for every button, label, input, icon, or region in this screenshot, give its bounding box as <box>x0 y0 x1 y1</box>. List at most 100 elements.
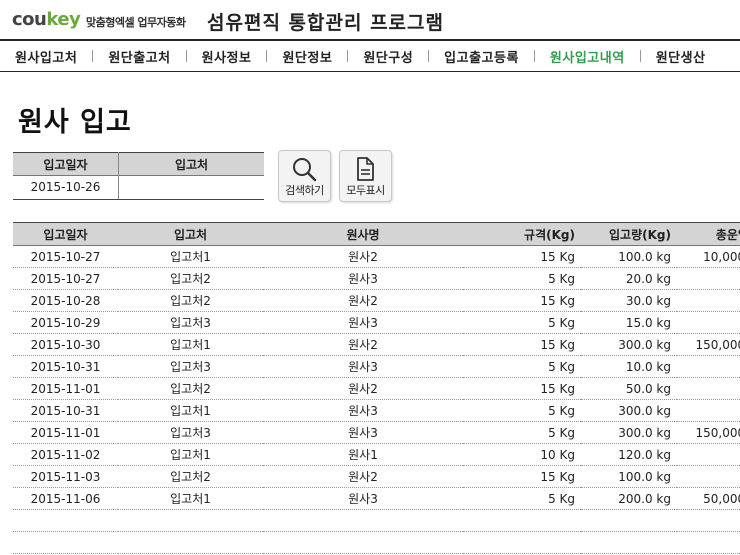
cell-qty[interactable]: 30.0 kg <box>581 289 677 312</box>
cell-spec[interactable]: 5 Kg <box>463 355 581 378</box>
cell-source[interactable]: 입고처1 <box>118 245 263 268</box>
search-button[interactable]: 검색하기 <box>278 150 331 202</box>
cell-spec[interactable]: 5 Kg <box>463 487 581 510</box>
cell-date[interactable]: 2015-10-28 <box>13 289 118 312</box>
cell-spec[interactable]: 15 Kg <box>463 245 581 268</box>
nav-item-1[interactable]: 원사입고처 <box>0 47 92 66</box>
col-header-yarn[interactable]: 원사명 <box>263 222 463 246</box>
cell-spec[interactable]: 5 Kg <box>463 399 581 422</box>
cell-freight[interactable] <box>677 377 740 400</box>
cell-date[interactable]: 2015-11-06 <box>13 487 118 510</box>
cell-source[interactable]: 입고처3 <box>118 311 263 334</box>
filter-source-input[interactable] <box>120 178 266 198</box>
cell-source[interactable]: 입고처2 <box>118 465 263 488</box>
table-row[interactable]: 2015-10-27 입고처2 원사3 5 Kg 20.0 kg <box>13 267 740 290</box>
cell-date[interactable]: 2015-10-27 <box>13 245 118 268</box>
cell-date[interactable]: 2015-10-29 <box>13 311 118 334</box>
cell-date[interactable]: 2015-11-01 <box>13 421 118 444</box>
cell-spec[interactable]: 5 Kg <box>463 267 581 290</box>
cell-source[interactable] <box>118 531 263 554</box>
cell-freight[interactable] <box>677 465 740 488</box>
col-header-source[interactable]: 입고처 <box>118 222 263 246</box>
cell-yarn[interactable]: 원사3 <box>263 487 463 510</box>
col-header-date[interactable]: 입고일자 <box>13 222 118 246</box>
cell-source[interactable]: 입고처2 <box>118 289 263 312</box>
cell-source[interactable]: 입고처1 <box>118 443 263 466</box>
cell-qty[interactable]: 300.0 kg <box>581 399 677 422</box>
cell-freight[interactable]: 150,000 원 <box>677 333 740 356</box>
cell-yarn[interactable] <box>263 531 463 554</box>
table-row[interactable]: 2015-10-31 입고처1 원사3 5 Kg 300.0 kg <box>13 399 740 422</box>
nav-item-2[interactable]: 원단출고처 <box>93 47 185 66</box>
cell-freight[interactable] <box>677 311 740 334</box>
cell-qty[interactable]: 20.0 kg <box>581 267 677 290</box>
cell-yarn[interactable]: 원사2 <box>263 245 463 268</box>
cell-freight[interactable]: 150,000 원 <box>677 421 740 444</box>
cell-spec[interactable]: 15 Kg <box>463 289 581 312</box>
cell-source[interactable]: 입고처2 <box>118 377 263 400</box>
col-header-qty[interactable]: 입고량(Kg) <box>581 222 677 246</box>
cell-qty[interactable]: 10.0 kg <box>581 355 677 378</box>
table-row[interactable]: 2015-10-28 입고처2 원사2 15 Kg 30.0 kg <box>13 289 740 312</box>
cell-spec[interactable]: 5 Kg <box>463 421 581 444</box>
nav-item-7[interactable]: 원사입고내역 <box>535 47 640 66</box>
nav-item-5[interactable]: 원단구성 <box>348 47 428 66</box>
cell-source[interactable] <box>118 509 263 532</box>
cell-source[interactable]: 입고처1 <box>118 399 263 422</box>
nav-item-4[interactable]: 원단정보 <box>267 47 347 66</box>
cell-yarn[interactable]: 원사3 <box>263 421 463 444</box>
nav-item-6[interactable]: 입고출고등록 <box>429 47 534 66</box>
cell-date[interactable]: 2015-10-31 <box>13 355 118 378</box>
cell-yarn[interactable]: 원사3 <box>263 267 463 290</box>
col-header-freight[interactable]: 총운임비 <box>677 222 740 246</box>
cell-source[interactable]: 입고처1 <box>118 487 263 510</box>
cell-spec[interactable]: 15 Kg <box>463 333 581 356</box>
cell-qty[interactable] <box>581 509 677 532</box>
cell-yarn[interactable]: 원사2 <box>263 289 463 312</box>
cell-yarn[interactable]: 원사2 <box>263 465 463 488</box>
cell-date[interactable]: 2015-10-31 <box>13 399 118 422</box>
cell-source[interactable]: 입고처3 <box>118 355 263 378</box>
cell-source[interactable]: 입고처3 <box>118 421 263 444</box>
cell-date[interactable]: 2015-11-02 <box>13 443 118 466</box>
cell-spec[interactable]: 15 Kg <box>463 377 581 400</box>
table-row[interactable] <box>13 531 740 554</box>
cell-yarn[interactable]: 원사2 <box>263 377 463 400</box>
cell-date[interactable]: 2015-11-03 <box>13 465 118 488</box>
cell-yarn[interactable]: 원사3 <box>263 355 463 378</box>
cell-freight[interactable]: 10,000 원 <box>677 245 740 268</box>
cell-source[interactable]: 입고처2 <box>118 267 263 290</box>
table-row[interactable]: 2015-10-31 입고처3 원사3 5 Kg 10.0 kg <box>13 355 740 378</box>
cell-yarn[interactable]: 원사3 <box>263 311 463 334</box>
cell-yarn[interactable] <box>263 509 463 532</box>
cell-qty[interactable]: 300.0 kg <box>581 421 677 444</box>
cell-date[interactable] <box>13 531 118 554</box>
cell-date[interactable]: 2015-11-01 <box>13 377 118 400</box>
cell-date[interactable]: 2015-10-30 <box>13 333 118 356</box>
cell-date[interactable] <box>13 509 118 532</box>
cell-spec[interactable]: 5 Kg <box>463 311 581 334</box>
cell-freight[interactable] <box>677 399 740 422</box>
cell-spec[interactable] <box>463 531 581 554</box>
table-row[interactable] <box>13 509 740 532</box>
cell-freight[interactable] <box>677 509 740 532</box>
cell-yarn[interactable]: 원사1 <box>263 443 463 466</box>
table-row[interactable]: 2015-11-01 입고처2 원사2 15 Kg 50.0 kg <box>13 377 740 400</box>
cell-freight[interactable] <box>677 267 740 290</box>
cell-qty[interactable]: 200.0 kg <box>581 487 677 510</box>
table-row[interactable]: 2015-10-29 입고처3 원사3 5 Kg 15.0 kg <box>13 311 740 334</box>
cell-qty[interactable]: 300.0 kg <box>581 333 677 356</box>
nav-item-3[interactable]: 원사정보 <box>187 47 267 66</box>
col-header-spec[interactable]: 규격(Kg) <box>463 222 581 246</box>
cell-date[interactable]: 2015-10-27 <box>13 267 118 290</box>
cell-qty[interactable]: 100.0 kg <box>581 245 677 268</box>
cell-freight[interactable] <box>677 355 740 378</box>
cell-spec[interactable]: 10 Kg <box>463 443 581 466</box>
cell-spec[interactable]: 15 Kg <box>463 465 581 488</box>
cell-qty[interactable] <box>581 531 677 554</box>
cell-freight[interactable] <box>677 531 740 554</box>
cell-qty[interactable]: 120.0 kg <box>581 443 677 466</box>
nav-item-8[interactable]: 원단생산 <box>641 47 721 66</box>
table-row[interactable]: 2015-10-30입고처1원사215 Kg300.0 kg150,000 원 <box>13 333 740 356</box>
cell-source[interactable]: 입고처1 <box>118 333 263 356</box>
